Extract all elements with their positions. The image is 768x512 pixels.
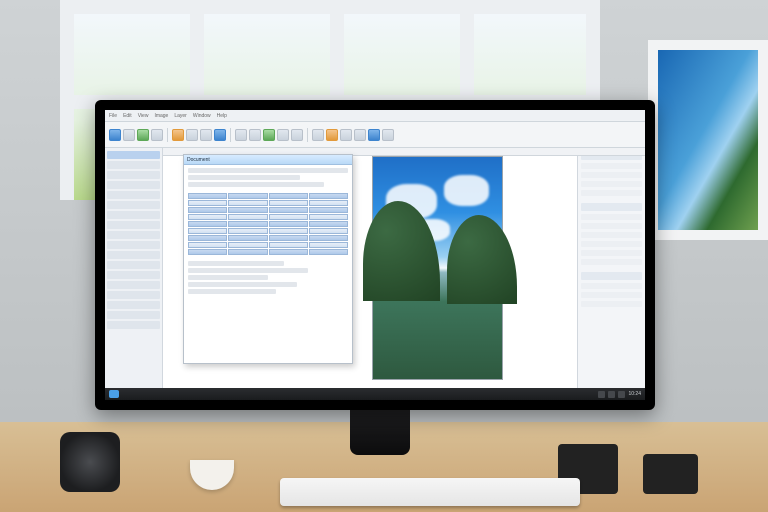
app-menubar[interactable]: File Edit View Image Layer Window Help xyxy=(105,110,645,122)
panel-row[interactable] xyxy=(581,259,642,265)
panel-row[interactable] xyxy=(107,301,160,309)
panel-row[interactable] xyxy=(107,251,160,259)
panel-header[interactable] xyxy=(581,203,642,211)
panel-row[interactable] xyxy=(107,281,160,289)
tool-icon[interactable] xyxy=(326,129,338,141)
tool-icon[interactable] xyxy=(123,129,135,141)
panel-row[interactable] xyxy=(107,151,160,159)
panel-row[interactable] xyxy=(581,301,642,307)
panel-row[interactable] xyxy=(107,201,160,209)
panel-row[interactable] xyxy=(107,241,160,249)
workspace: Document xyxy=(105,148,645,388)
text-line xyxy=(188,289,276,294)
tray-icon[interactable] xyxy=(598,391,605,398)
landscape-image-canvas[interactable] xyxy=(372,156,503,380)
menu-item[interactable]: Image xyxy=(154,113,168,119)
tool-icon[interactable] xyxy=(382,129,394,141)
panel-row[interactable] xyxy=(581,241,642,247)
text-line xyxy=(188,175,300,180)
panel-row[interactable] xyxy=(581,232,642,238)
taskbar-clock[interactable]: 10:24 xyxy=(628,391,641,397)
tool-icon[interactable] xyxy=(137,129,149,141)
tool-icon[interactable] xyxy=(151,129,163,141)
panel-row[interactable] xyxy=(107,231,160,239)
panel-row[interactable] xyxy=(581,172,642,178)
panel-row[interactable] xyxy=(107,261,160,269)
start-button[interactable] xyxy=(109,390,119,398)
text-line xyxy=(188,168,348,173)
desk-box xyxy=(643,454,698,494)
menu-item[interactable]: Layer xyxy=(174,113,187,119)
app-toolbar xyxy=(105,122,645,148)
panel-row[interactable] xyxy=(107,171,160,179)
floating-window-titlebar[interactable]: Document xyxy=(184,155,352,165)
panel-row[interactable] xyxy=(581,250,642,256)
tool-icon[interactable] xyxy=(235,129,247,141)
tool-icon[interactable] xyxy=(200,129,212,141)
menu-item[interactable]: View xyxy=(138,113,149,119)
screen: File Edit View Image Layer Window Help xyxy=(105,110,645,400)
keyboard xyxy=(280,478,580,506)
panel-row[interactable] xyxy=(581,181,642,187)
text-line xyxy=(188,275,268,280)
panel-row[interactable] xyxy=(107,321,160,329)
text-line xyxy=(188,282,297,287)
panel-row[interactable] xyxy=(107,221,160,229)
tool-icon[interactable] xyxy=(249,129,261,141)
panel-row[interactable] xyxy=(581,283,642,289)
panel-header[interactable] xyxy=(581,272,642,280)
menu-item[interactable]: Window xyxy=(193,113,211,119)
wall-art-landscape xyxy=(648,40,768,240)
os-taskbar[interactable]: 10:24 xyxy=(105,388,645,400)
panel-row[interactable] xyxy=(107,191,160,199)
panel-row[interactable] xyxy=(581,163,642,169)
tool-icon[interactable] xyxy=(214,129,226,141)
tool-icon[interactable] xyxy=(312,129,324,141)
monitor-stand xyxy=(350,405,410,455)
panel-row[interactable] xyxy=(107,271,160,279)
tool-icon[interactable] xyxy=(186,129,198,141)
tool-icon[interactable] xyxy=(263,129,275,141)
floating-window-body xyxy=(184,165,352,363)
tool-icon[interactable] xyxy=(109,129,121,141)
floating-document-window[interactable]: Document xyxy=(183,154,353,364)
panel-row[interactable] xyxy=(107,211,160,219)
menu-item[interactable]: File xyxy=(109,113,117,119)
desk-speaker xyxy=(60,432,120,492)
panel-row[interactable] xyxy=(581,190,642,196)
tool-icon[interactable] xyxy=(291,129,303,141)
panel-row[interactable] xyxy=(581,214,642,220)
tray-icon[interactable] xyxy=(618,391,625,398)
tool-icon[interactable] xyxy=(368,129,380,141)
monitor-bezel: File Edit View Image Layer Window Help xyxy=(95,100,655,410)
tray-icon[interactable] xyxy=(608,391,615,398)
text-line xyxy=(188,261,284,266)
left-panel xyxy=(105,148,163,388)
data-table xyxy=(188,193,348,255)
document-area: Document xyxy=(163,148,645,388)
tool-icon[interactable] xyxy=(172,129,184,141)
panel-row[interactable] xyxy=(107,291,160,299)
menu-item[interactable]: Help xyxy=(217,113,227,119)
panel-row[interactable] xyxy=(581,223,642,229)
tool-icon[interactable] xyxy=(277,129,289,141)
text-line xyxy=(188,268,308,273)
panel-row[interactable] xyxy=(107,311,160,319)
image-canvas-pane xyxy=(368,148,507,388)
system-tray: 10:24 xyxy=(598,391,641,398)
text-line xyxy=(188,182,324,187)
tool-icon[interactable] xyxy=(340,129,352,141)
panel-row[interactable] xyxy=(581,292,642,298)
menu-item[interactable]: Edit xyxy=(123,113,132,119)
panel-row[interactable] xyxy=(107,161,160,169)
tool-icon[interactable] xyxy=(354,129,366,141)
right-properties-panel xyxy=(577,148,645,388)
panel-row[interactable] xyxy=(107,181,160,189)
